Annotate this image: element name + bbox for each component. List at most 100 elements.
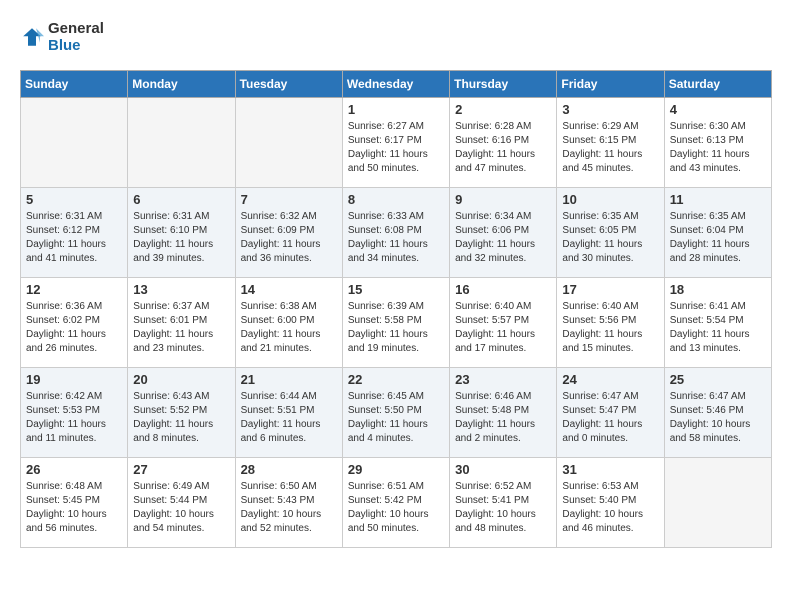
day-number: 4 <box>670 102 766 117</box>
cell-content: Sunrise: 6:31 AM Sunset: 6:12 PM Dayligh… <box>26 210 122 266</box>
calendar-cell: 24Sunrise: 6:47 AM Sunset: 5:47 PM Dayli… <box>557 368 664 458</box>
calendar-cell: 16 Sunrise: 6:40 AM Sunset: 5:57 PM Dayli… <box>450 278 557 368</box>
cell-content: Sunrise: 6:43 AM Sunset: 5:52 PM Dayligh… <box>133 390 229 446</box>
calendar-cell: 17 Sunrise: 6:40 AM Sunset: 5:56 PM Dayli… <box>557 278 664 368</box>
day-number: 23 <box>455 372 551 387</box>
col-header-tuesday: Tuesday <box>235 71 342 98</box>
cell-content: Sunrise: 6:27 AM Sunset: 6:17 PM Dayligh… <box>348 120 444 176</box>
week-row-2: 5 Sunrise: 6:31 AM Sunset: 6:12 PM Daylig… <box>21 188 772 278</box>
cell-content: Sunrise: 6:32 AM Sunset: 6:09 PM Dayligh… <box>241 210 337 266</box>
cell-content: Sunrise: 6:39 AM Sunset: 5:58 PM Dayligh… <box>348 300 444 356</box>
day-number: 12 <box>26 282 122 297</box>
day-number: 13 <box>133 282 229 297</box>
day-number: 7 <box>241 192 337 207</box>
calendar-cell: 1 Sunrise: 6:27 AM Sunset: 6:17 PM Daylig… <box>342 98 449 188</box>
cell-content: Sunrise: 6:50 AM Sunset: 5:43 PM Dayligh… <box>241 480 337 536</box>
cell-content: Sunrise: 6:42 AM Sunset: 5:53 PM Dayligh… <box>26 390 122 446</box>
day-number: 15 <box>348 282 444 297</box>
day-number: 8 <box>348 192 444 207</box>
cell-content: Sunrise: 6:30 AM Sunset: 6:13 PM Dayligh… <box>670 120 766 176</box>
cell-content: Sunrise: 6:47 AM Sunset: 5:47 PM Dayligh… <box>562 390 658 446</box>
calendar-cell: 6Sunrise: 6:31 AM Sunset: 6:10 PM Daylig… <box>128 188 235 278</box>
day-number: 31 <box>562 462 658 477</box>
col-header-thursday: Thursday <box>450 71 557 98</box>
cell-content: Sunrise: 6:36 AM Sunset: 6:02 PM Dayligh… <box>26 300 122 356</box>
day-number: 19 <box>26 372 122 387</box>
calendar-cell: 20 Sunrise: 6:43 AM Sunset: 5:52 PM Dayli… <box>128 368 235 458</box>
day-number: 16 <box>455 282 551 297</box>
cell-content: Sunrise: 6:33 AM Sunset: 6:08 PM Dayligh… <box>348 210 444 266</box>
logo-text: General Blue <box>48 20 104 54</box>
calendar-cell: 4 Sunrise: 6:30 AM Sunset: 6:13 PM Daylig… <box>664 98 771 188</box>
calendar-cell: 23 Sunrise: 6:46 AM Sunset: 5:48 PM Dayli… <box>450 368 557 458</box>
day-number: 22 <box>348 372 444 387</box>
cell-content: Sunrise: 6:35 AM Sunset: 6:04 PM Dayligh… <box>670 210 766 266</box>
calendar-cell: 19 Sunrise: 6:42 AM Sunset: 5:53 PM Dayli… <box>21 368 128 458</box>
col-header-monday: Monday <box>128 71 235 98</box>
cell-content: Sunrise: 6:40 AM Sunset: 5:57 PM Dayligh… <box>455 300 551 356</box>
day-number: 11 <box>670 192 766 207</box>
calendar-cell: 11 Sunrise: 6:35 AM Sunset: 6:04 PM Dayli… <box>664 188 771 278</box>
calendar-cell: 15 Sunrise: 6:39 AM Sunset: 5:58 PM Dayli… <box>342 278 449 368</box>
calendar-cell: 8 Sunrise: 6:33 AM Sunset: 6:08 PM Daylig… <box>342 188 449 278</box>
week-row-1: 1 Sunrise: 6:27 AM Sunset: 6:17 PM Daylig… <box>21 98 772 188</box>
logo: General Blue <box>20 20 104 54</box>
calendar-cell <box>21 98 128 188</box>
calendar-cell: 9 Sunrise: 6:34 AM Sunset: 6:06 PM Daylig… <box>450 188 557 278</box>
day-number: 17 <box>562 282 658 297</box>
calendar-cell: 31 Sunrise: 6:53 AM Sunset: 5:40 PM Dayli… <box>557 458 664 548</box>
day-number: 26 <box>26 462 122 477</box>
day-number: 21 <box>241 372 337 387</box>
cell-content: Sunrise: 6:53 AM Sunset: 5:40 PM Dayligh… <box>562 480 658 536</box>
day-number: 9 <box>455 192 551 207</box>
day-number: 3 <box>562 102 658 117</box>
cell-content: Sunrise: 6:40 AM Sunset: 5:56 PM Dayligh… <box>562 300 658 356</box>
cell-content: Sunrise: 6:46 AM Sunset: 5:48 PM Dayligh… <box>455 390 551 446</box>
cell-content: Sunrise: 6:52 AM Sunset: 5:41 PM Dayligh… <box>455 480 551 536</box>
day-number: 27 <box>133 462 229 477</box>
calendar-cell: 2 Sunrise: 6:28 AM Sunset: 6:16 PM Daylig… <box>450 98 557 188</box>
day-number: 20 <box>133 372 229 387</box>
cell-content: Sunrise: 6:29 AM Sunset: 6:15 PM Dayligh… <box>562 120 658 176</box>
logo-icon <box>20 25 44 49</box>
header-row: SundayMondayTuesdayWednesdayThursdayFrid… <box>21 71 772 98</box>
calendar-cell <box>664 458 771 548</box>
cell-content: Sunrise: 6:37 AM Sunset: 6:01 PM Dayligh… <box>133 300 229 356</box>
calendar-cell: 25Sunrise: 6:47 AM Sunset: 5:46 PM Dayli… <box>664 368 771 458</box>
cell-content: Sunrise: 6:28 AM Sunset: 6:16 PM Dayligh… <box>455 120 551 176</box>
calendar-cell <box>128 98 235 188</box>
day-number: 1 <box>348 102 444 117</box>
calendar-cell: 26 Sunrise: 6:48 AM Sunset: 5:45 PM Dayli… <box>21 458 128 548</box>
day-number: 5 <box>26 192 122 207</box>
cell-content: Sunrise: 6:49 AM Sunset: 5:44 PM Dayligh… <box>133 480 229 536</box>
cell-content: Sunrise: 6:48 AM Sunset: 5:45 PM Dayligh… <box>26 480 122 536</box>
day-number: 2 <box>455 102 551 117</box>
calendar-cell: 29Sunrise: 6:51 AM Sunset: 5:42 PM Dayli… <box>342 458 449 548</box>
col-header-friday: Friday <box>557 71 664 98</box>
calendar-cell: 5 Sunrise: 6:31 AM Sunset: 6:12 PM Daylig… <box>21 188 128 278</box>
cell-content: Sunrise: 6:38 AM Sunset: 6:00 PM Dayligh… <box>241 300 337 356</box>
calendar-cell: 21 Sunrise: 6:44 AM Sunset: 5:51 PM Dayli… <box>235 368 342 458</box>
calendar-cell: 14Sunrise: 6:38 AM Sunset: 6:00 PM Dayli… <box>235 278 342 368</box>
week-row-3: 12 Sunrise: 6:36 AM Sunset: 6:02 PM Dayli… <box>21 278 772 368</box>
calendar-cell: 12 Sunrise: 6:36 AM Sunset: 6:02 PM Dayli… <box>21 278 128 368</box>
cell-content: Sunrise: 6:47 AM Sunset: 5:46 PM Dayligh… <box>670 390 766 446</box>
col-header-sunday: Sunday <box>21 71 128 98</box>
cell-content: Sunrise: 6:44 AM Sunset: 5:51 PM Dayligh… <box>241 390 337 446</box>
calendar-cell: 3 Sunrise: 6:29 AM Sunset: 6:15 PM Daylig… <box>557 98 664 188</box>
calendar-cell: 28Sunrise: 6:50 AM Sunset: 5:43 PM Dayli… <box>235 458 342 548</box>
cell-content: Sunrise: 6:35 AM Sunset: 6:05 PM Dayligh… <box>562 210 658 266</box>
calendar-cell: 13 Sunrise: 6:37 AM Sunset: 6:01 PM Dayli… <box>128 278 235 368</box>
day-number: 30 <box>455 462 551 477</box>
calendar-cell: 22 Sunrise: 6:45 AM Sunset: 5:50 PM Dayli… <box>342 368 449 458</box>
week-row-4: 19 Sunrise: 6:42 AM Sunset: 5:53 PM Dayli… <box>21 368 772 458</box>
cell-content: Sunrise: 6:34 AM Sunset: 6:06 PM Dayligh… <box>455 210 551 266</box>
cell-content: Sunrise: 6:51 AM Sunset: 5:42 PM Dayligh… <box>348 480 444 536</box>
cell-content: Sunrise: 6:45 AM Sunset: 5:50 PM Dayligh… <box>348 390 444 446</box>
calendar-cell: 7 Sunrise: 6:32 AM Sunset: 6:09 PM Daylig… <box>235 188 342 278</box>
calendar-cell: 10Sunrise: 6:35 AM Sunset: 6:05 PM Dayli… <box>557 188 664 278</box>
week-row-5: 26 Sunrise: 6:48 AM Sunset: 5:45 PM Dayli… <box>21 458 772 548</box>
page-header: General Blue <box>20 20 772 54</box>
col-header-wednesday: Wednesday <box>342 71 449 98</box>
day-number: 6 <box>133 192 229 207</box>
